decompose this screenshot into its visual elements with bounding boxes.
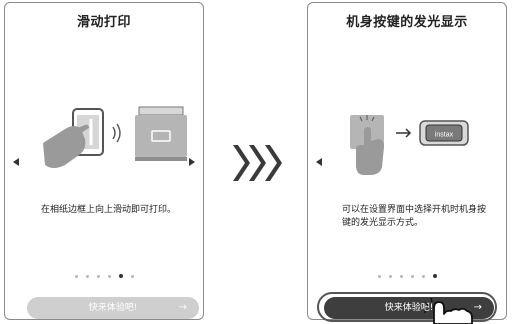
prev-page-icon[interactable]: [316, 158, 322, 166]
page-dot: [377, 275, 381, 278]
page-dot-active: [118, 274, 123, 278]
page-dot: [399, 275, 403, 278]
arrow-right-icon: →: [178, 302, 187, 313]
page-dot: [421, 275, 425, 278]
screen-swipe-print: 滑动打印 在相纸边框上向上滑动即可打印。 快来体验吧! →: [4, 2, 204, 320]
screen-button-light: 机身按键的发光显示 instax 可以在设置界面中选择开机时机身按键的发光显示方…: [307, 2, 507, 320]
tap-hand-icon: [424, 298, 473, 324]
page-indicator: [5, 274, 203, 278]
button-label: 快来体验吧!: [88, 303, 138, 313]
instax-logo: instax: [435, 132, 454, 139]
prev-page-icon[interactable]: [13, 158, 19, 166]
screen-description: 可以在设置界面中选择开机时机身按键的发光显示方式。: [342, 205, 487, 228]
swipe-print-illustration: [43, 106, 187, 168]
triple-chevron-right-icon: [233, 145, 282, 181]
page-dot: [107, 275, 111, 278]
page-indicator: [308, 274, 506, 278]
screen-description: 在相纸边框上向上滑动即可打印。: [41, 205, 177, 215]
button-light-illustration: instax: [350, 115, 469, 175]
page-dot: [410, 275, 414, 278]
screen-title: 机身按键的发光显示: [346, 15, 468, 30]
page-dot: [85, 275, 89, 278]
page-dot: [388, 275, 392, 278]
try-it-button: 快来体验吧! →: [27, 297, 199, 319]
screen-title: 滑动打印: [76, 15, 131, 30]
page-dot: [74, 275, 78, 278]
page-dot: [130, 275, 134, 278]
page-dot: [96, 275, 100, 278]
page-dot-active: [432, 274, 437, 278]
